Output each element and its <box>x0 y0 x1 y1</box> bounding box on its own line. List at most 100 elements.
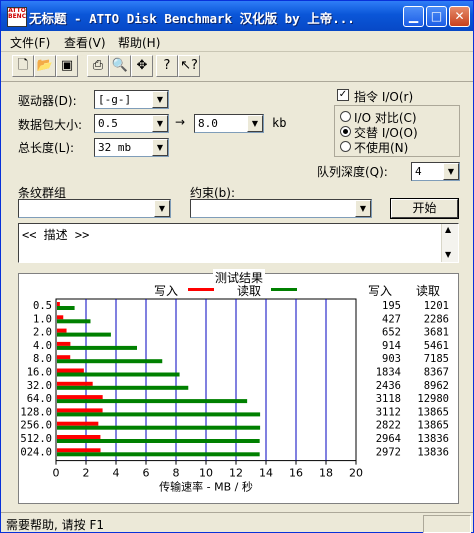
close-button[interactable]: ✕ <box>449 6 470 27</box>
read-bar <box>57 412 261 417</box>
overlapped-io-radio[interactable] <box>340 126 351 137</box>
print-button[interactable]: ⎙ <box>87 55 109 77</box>
status-text: 需要帮助, 请按 F1 <box>6 518 104 532</box>
chevron-down-icon[interactable]: ▼ <box>152 139 168 156</box>
move-button[interactable]: ✥ <box>131 55 153 77</box>
read-value: 8962 <box>424 380 449 392</box>
read-bar <box>57 425 261 430</box>
new-file-icon: 🗋 <box>17 58 29 73</box>
chevron-down-icon[interactable]: ▼ <box>154 200 170 217</box>
maximize-button[interactable]: □ <box>426 6 447 27</box>
write-bar <box>57 395 103 400</box>
minimize-button[interactable]: ▁ <box>403 6 424 27</box>
description-field[interactable]: << 描述 >> ▲ ▼ <box>18 223 459 263</box>
scroll-up-icon[interactable]: ▲ <box>445 225 451 234</box>
y-tick-label: 024.0 <box>20 446 52 458</box>
write-bar <box>57 381 93 386</box>
io-mode-group: I/O 对比(C) 交替 I/O(O) 不使用(N) <box>334 105 460 157</box>
read-value: 7185 <box>424 353 449 365</box>
read-bar <box>57 306 75 310</box>
x-tick-label: 8 <box>173 467 180 480</box>
print-preview-button[interactable]: 🔍 <box>109 55 131 77</box>
write-bar <box>57 435 101 439</box>
write-bar <box>57 421 99 426</box>
write-bar <box>57 302 60 306</box>
read-bar <box>57 439 260 443</box>
x-tick-label: 0 <box>53 467 60 480</box>
read-value: 13836 <box>417 446 449 458</box>
menu-help[interactable]: 帮助(H) <box>118 34 160 51</box>
x-tick-label: 12 <box>229 467 243 480</box>
status-bar: 需要帮助, 请按 F1 <box>1 512 473 533</box>
x-tick-label: 10 <box>199 467 213 480</box>
read-value: 5461 <box>424 340 449 352</box>
menu-view[interactable]: 查看(V) <box>64 34 106 51</box>
chevron-down-icon[interactable]: ▼ <box>152 91 168 108</box>
total-length-label: 总长度(L): <box>18 141 75 155</box>
write-bar <box>57 408 103 413</box>
read-bar <box>57 359 163 364</box>
start-button[interactable]: 开始 <box>390 198 459 219</box>
chevron-down-icon[interactable]: ▼ <box>355 200 371 217</box>
print-preview-icon: 🔍 <box>111 58 129 73</box>
transfer-end-value: 8.0 <box>198 117 218 130</box>
read-bar <box>57 385 189 390</box>
read-value: 3681 <box>424 327 449 339</box>
title-bar[interactable]: ATTO BENCH 无标题 - ATTO Disk Benchmark 汉化版… <box>1 1 473 31</box>
window-title: 无标题 - ATTO Disk Benchmark 汉化版 by 上帝... <box>29 11 355 26</box>
transfer-size-label: 数据包大小: <box>18 118 83 132</box>
chevron-down-icon[interactable]: ▼ <box>247 115 263 132</box>
scroll-down-icon[interactable]: ▼ <box>445 250 451 259</box>
open-button[interactable]: 📂 <box>34 55 56 77</box>
chevron-down-icon[interactable]: ▼ <box>152 115 168 132</box>
drive-select[interactable]: [-g-] ▼ <box>94 90 169 109</box>
read-legend-swatch <box>271 288 297 291</box>
read-value: 13865 <box>417 406 449 418</box>
write-bar <box>57 355 71 360</box>
stripe-group-select[interactable]: ▼ <box>18 199 171 218</box>
status-panel <box>423 515 471 533</box>
menu-file[interactable]: 文件(F) <box>10 34 50 51</box>
write-bar <box>57 368 84 373</box>
write-value: 3112 <box>376 406 401 418</box>
about-button[interactable]: ? <box>156 55 178 77</box>
x-axis-label: 传输速率 - MB / 秒 <box>159 480 253 494</box>
move-arrows-icon: ✥ <box>136 58 148 73</box>
read-value: 12980 <box>417 393 449 405</box>
transfer-unit: kb <box>272 116 287 130</box>
context-help-button[interactable]: ↖? <box>178 55 200 77</box>
description-scrollbar[interactable]: ▲ ▼ <box>441 224 458 262</box>
save-button[interactable]: ▣ <box>56 55 78 77</box>
y-tick-label: 64.0 <box>27 393 52 405</box>
context-help-icon: ↖? <box>180 58 198 73</box>
maximize-icon: □ <box>430 9 443 23</box>
minimize-icon: ▁ <box>408 9 419 23</box>
transfer-start-select[interactable]: 0.5 ▼ <box>94 114 169 133</box>
new-button[interactable]: 🗋 <box>12 55 34 77</box>
write-value: 903 <box>382 353 401 365</box>
neither-label: 不使用(N) <box>354 141 409 155</box>
write-value: 1834 <box>376 367 401 379</box>
printer-icon: ⎙ <box>92 58 104 73</box>
y-tick-label: 16.0 <box>27 367 52 379</box>
io-compare-radio[interactable] <box>340 111 351 122</box>
neither-radio[interactable] <box>340 141 351 152</box>
read-value: 13865 <box>417 420 449 432</box>
direct-io-checkbox[interactable]: ✓ <box>337 89 349 101</box>
write-value: 914 <box>382 340 401 352</box>
write-bar <box>57 448 101 453</box>
y-tick-label: 0.5 <box>33 300 52 312</box>
y-tick-label: 4.0 <box>33 340 52 352</box>
transfer-end-select[interactable]: 8.0 ▼ <box>194 114 264 133</box>
read-bar <box>57 345 137 350</box>
constraint-select[interactable]: ▼ <box>190 199 372 218</box>
read-value: 8367 <box>424 367 449 379</box>
total-length-select[interactable]: 32 mb ▼ <box>94 138 169 157</box>
chevron-down-icon[interactable]: ▼ <box>443 163 459 180</box>
arrow-right-icon: → <box>175 115 186 129</box>
x-tick-label: 6 <box>143 467 150 480</box>
write-bar <box>57 315 64 320</box>
write-bar <box>57 341 71 346</box>
read-bar <box>57 452 260 457</box>
queue-depth-select[interactable]: 4 ▼ <box>411 162 460 181</box>
